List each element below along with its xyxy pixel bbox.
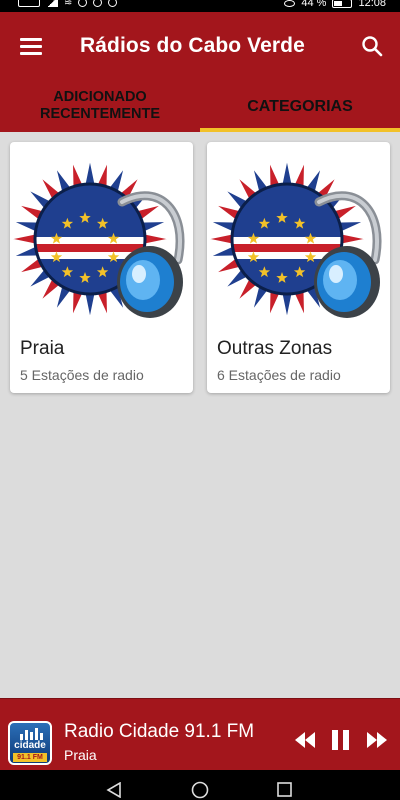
category-name: Praia: [20, 338, 65, 359]
app-title: Rádios do Cabo Verde: [80, 34, 305, 57]
cabo-verde-flag-headphones-image: [207, 158, 382, 320]
app-bar: Rádios do Cabo Verde: [0, 12, 400, 80]
battery-icon: [332, 0, 353, 8]
fast-forward-icon[interactable]: [366, 731, 388, 749]
eye-comfort-icon: [284, 0, 296, 7]
cabo-verde-flag-headphones-image: [10, 158, 185, 320]
wifi-icon: ≋: [64, 0, 73, 8]
recents-icon[interactable]: [277, 782, 292, 797]
station-city: Praia: [64, 747, 97, 763]
station-name: Radio Cidade 91.1 FM: [64, 721, 255, 742]
station-logo: cidade 91.1 FM: [8, 721, 52, 765]
back-icon[interactable]: [106, 782, 122, 798]
category-grid: Praia 5 Estações de radio Outras Zonas 6…: [10, 142, 390, 393]
notification-icon: [93, 0, 103, 7]
pause-icon[interactable]: [331, 730, 351, 750]
rewind-icon[interactable]: [294, 731, 316, 749]
search-icon[interactable]: [360, 34, 384, 58]
now-playing-bar[interactable]: cidade 91.1 FM Radio Cidade 91.1 FM Prai…: [0, 698, 400, 770]
category-name: Outras Zonas: [217, 338, 333, 359]
battery-percent: 44 %: [301, 0, 327, 9]
tab-label: ADICIONADO RECENTEMENTE: [39, 89, 161, 122]
notification-icon: [78, 0, 88, 7]
station-logo-frequency: 91.1 FM: [13, 753, 47, 762]
tab-categories[interactable]: CATEGORIAS: [200, 80, 400, 132]
tab-bar: ADICIONADO RECENTEMENTE CATEGORIAS: [0, 80, 400, 132]
notification-icon: [108, 0, 118, 7]
tab-recently-added[interactable]: ADICIONADO RECENTEMENTE: [0, 80, 200, 132]
hamburger-menu-icon[interactable]: [20, 38, 42, 55]
system-navigation-bar: [0, 770, 400, 800]
signal-icon: [46, 0, 58, 7]
status-bar: ≋ 44 % 12:08: [0, 0, 400, 12]
tab-label: CATEGORIAS: [247, 97, 353, 115]
category-count: 6 Estações de radio: [217, 367, 341, 383]
station-logo-text: cidade: [14, 740, 46, 751]
category-card-praia[interactable]: Praia 5 Estações de radio: [10, 142, 193, 393]
category-count: 5 Estações de radio: [20, 367, 144, 383]
category-card-outras-zonas[interactable]: Outras Zonas 6 Estações de radio: [207, 142, 390, 393]
home-icon[interactable]: [191, 781, 209, 799]
clock: 12:08: [358, 0, 386, 9]
sim-icon: [18, 0, 40, 7]
